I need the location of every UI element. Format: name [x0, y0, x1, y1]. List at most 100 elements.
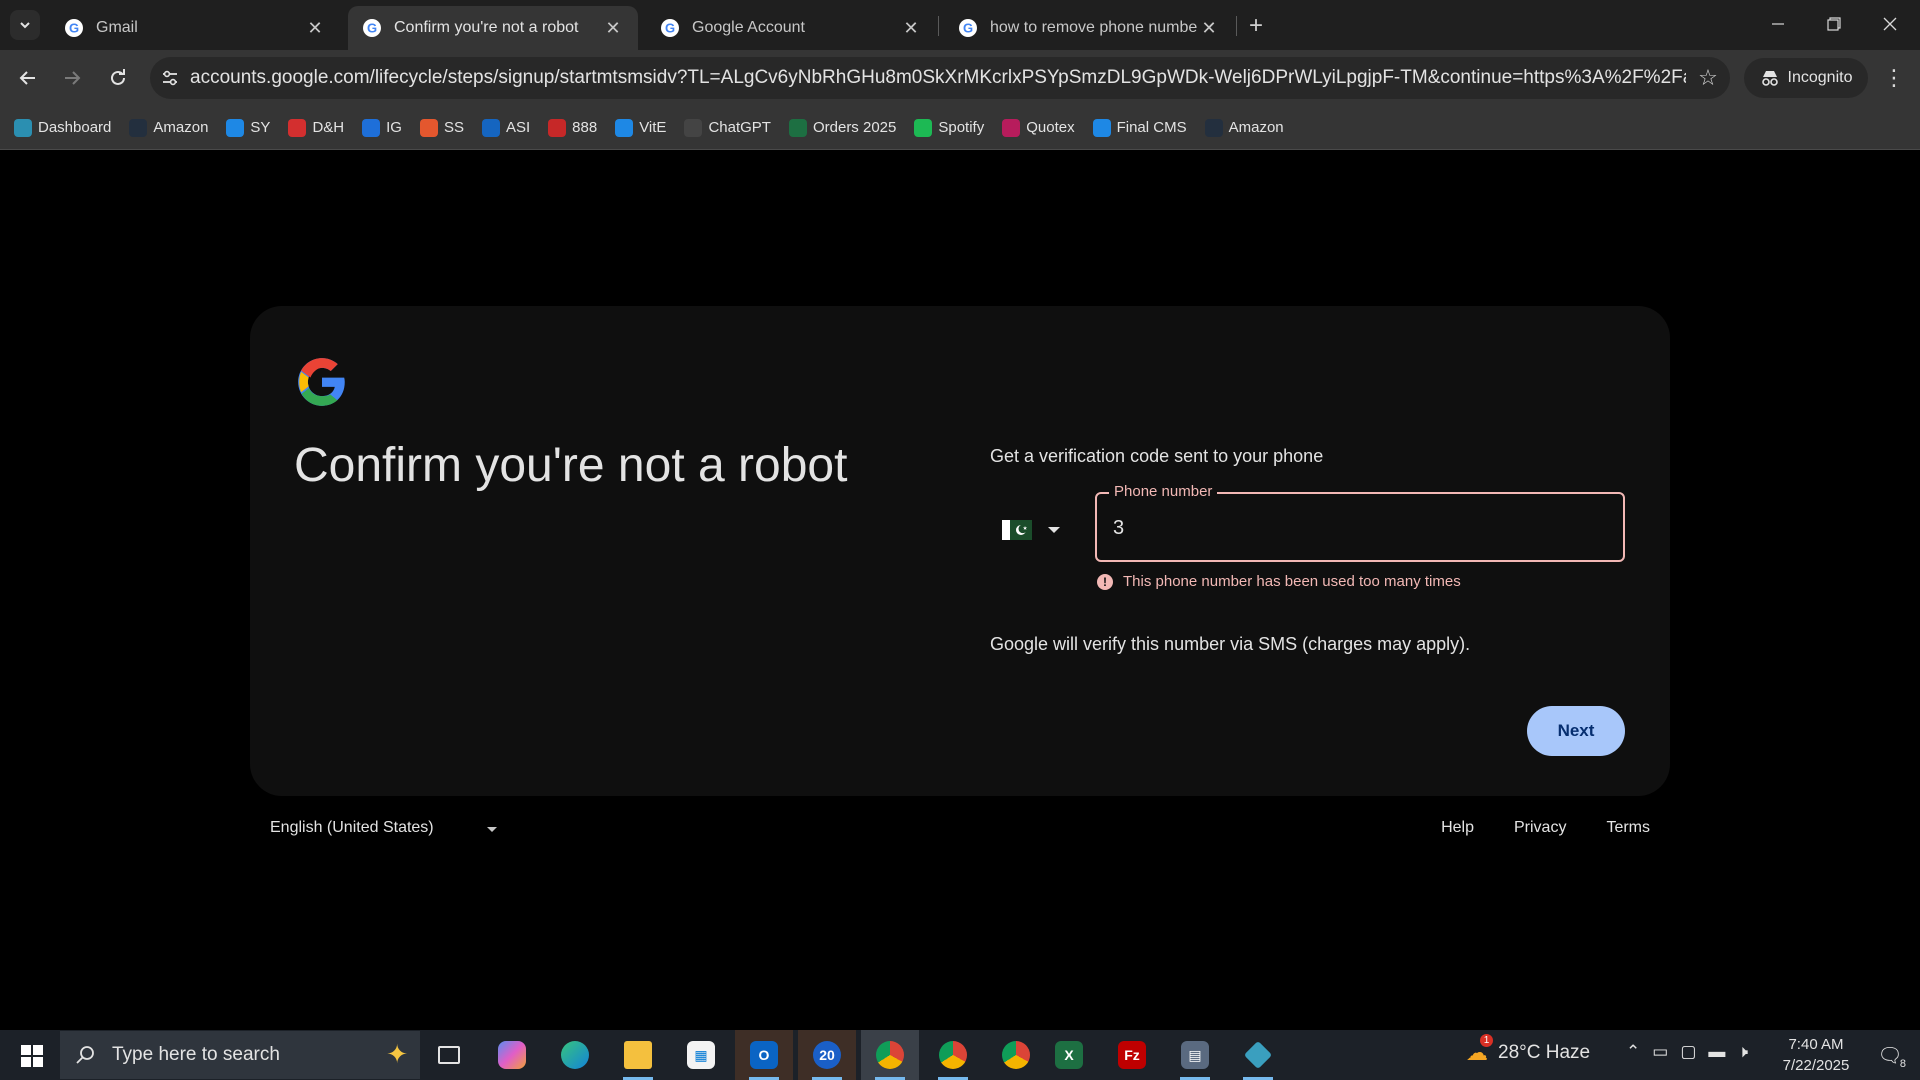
bookmark-item[interactable]: SY [226, 118, 271, 137]
reload-button[interactable] [102, 62, 134, 94]
cms-icon [1092, 118, 1111, 137]
volume-muted-icon[interactable]: 🕨 [1737, 1042, 1748, 1062]
calculator-app[interactable]: ▤ [1166, 1030, 1224, 1080]
next-button[interactable]: Next [1527, 706, 1625, 756]
bookmark-item[interactable]: ChatGPT [684, 118, 771, 137]
bookmark-item[interactable]: SS [419, 118, 464, 137]
url-text[interactable]: accounts.google.com/lifecycle/steps/sign… [190, 67, 1686, 89]
bookmark-item[interactable]: ASI [481, 118, 531, 137]
country-select[interactable] [1002, 506, 1078, 554]
back-button[interactable] [12, 62, 44, 94]
close-icon[interactable]: ✕ [602, 17, 624, 39]
close-icon[interactable]: ✕ [900, 17, 922, 39]
terms-link[interactable]: Terms [1606, 819, 1650, 837]
notification-center-button[interactable]: 🗨 8 [1870, 1040, 1910, 1071]
chevron-up-icon[interactable]: ⌃ [1626, 1042, 1640, 1062]
bookmark-label: Dashboard [38, 119, 112, 136]
outlook-app[interactable]: O [735, 1030, 793, 1080]
chrome-incognito-app[interactable] [861, 1030, 919, 1080]
bookmark-item[interactable]: IG [362, 118, 402, 137]
bookmark-item[interactable]: D&H [288, 118, 345, 137]
chrome-icon [939, 1041, 967, 1069]
start-button[interactable] [8, 1038, 56, 1074]
back-arrow-icon [19, 71, 35, 85]
network-icon[interactable]: ▭ [1652, 1042, 1668, 1062]
chrome-app[interactable] [924, 1030, 982, 1080]
phone-number-input[interactable] [1113, 512, 1603, 544]
close-window-button[interactable] [1862, 0, 1918, 48]
forward-button[interactable] [56, 62, 88, 94]
minimize-button[interactable] [1750, 0, 1806, 48]
bookmark-item[interactable]: Amazon [1204, 118, 1284, 137]
vite-icon [615, 118, 634, 137]
weather-widget[interactable]: ☁ 1 28°C Haze [1466, 1034, 1590, 1066]
close-icon[interactable]: ✕ [304, 17, 326, 39]
tab-confirm-robot[interactable]: G Confirm you're not a robot ✕ [348, 6, 638, 50]
folder-icon [624, 1041, 652, 1069]
edge-app[interactable] [546, 1030, 604, 1080]
tab-search-button[interactable] [10, 10, 40, 40]
chevron-down-icon [1048, 527, 1060, 533]
chrome-profile-app[interactable] [987, 1030, 1045, 1080]
bookmark-label: Spotify [938, 119, 985, 136]
new-tab-button[interactable]: + [1242, 12, 1270, 40]
amazon-icon [129, 118, 148, 137]
store-app[interactable]: ▦ [672, 1030, 730, 1080]
address-bar[interactable]: accounts.google.com/lifecycle/steps/sign… [150, 57, 1730, 99]
bookmark-item[interactable]: VitE [615, 118, 666, 137]
google-icon: G [661, 19, 679, 37]
restore-button[interactable] [1806, 0, 1862, 48]
footer-links: Help Privacy Terms [1441, 819, 1650, 837]
incognito-icon [1761, 71, 1778, 86]
incognito-label: Incognito [1787, 69, 1853, 86]
svg-text:G: G [665, 21, 675, 36]
page-title: Confirm you're not a robot [294, 439, 848, 492]
bookmark-label: D&H [312, 119, 345, 136]
privacy-link[interactable]: Privacy [1514, 819, 1566, 837]
bookmark-label: IG [386, 119, 402, 136]
tab-title: Confirm you're not a robot [394, 19, 579, 36]
task-view-button[interactable] [420, 1030, 478, 1080]
bookmark-label: SY [250, 119, 271, 136]
tab-title: how to remove phone number [990, 19, 1198, 36]
bookmark-star-icon[interactable]: ☆ [1686, 65, 1730, 91]
bookmark-label: Final CMS [1116, 119, 1187, 136]
bookmark-label: Quotex [1026, 119, 1075, 136]
excel-app[interactable]: X [1040, 1030, 1098, 1080]
edge-icon [561, 1041, 589, 1069]
file-explorer-app[interactable] [609, 1030, 667, 1080]
browser-menu-icon[interactable]: ⋮ [1880, 62, 1908, 94]
verification-subtext: Get a verification code sent to your pho… [990, 446, 1324, 466]
calendar-icon: 20 [813, 1041, 841, 1069]
filezilla-app[interactable]: Fz [1103, 1030, 1161, 1080]
device-icon[interactable]: ▢ [1680, 1042, 1696, 1062]
google-icon: G [363, 19, 381, 37]
help-link[interactable]: Help [1441, 819, 1474, 837]
svg-text:G: G [963, 21, 973, 36]
site-settings-icon[interactable] [150, 68, 190, 88]
language-select[interactable]: English (United States) [270, 819, 497, 837]
bookmark-item[interactable]: Final CMS [1092, 118, 1187, 137]
bookmark-label: ASI [505, 119, 531, 136]
bookmark-item[interactable]: Dashboard [14, 118, 112, 137]
bookmark-item[interactable]: 888 [548, 118, 597, 137]
calendar-app[interactable]: 20 [798, 1030, 856, 1080]
bookmark-item[interactable]: Quotex [1002, 118, 1075, 137]
copilot-app[interactable] [483, 1030, 541, 1080]
restore-icon [1827, 17, 1841, 31]
bookmark-item[interactable]: Amazon [129, 118, 208, 137]
vpn-app[interactable] [1229, 1030, 1287, 1080]
bookmark-item[interactable]: Orders 2025 [788, 118, 896, 137]
taskbar-search-box[interactable]: Type here to search ✦ [60, 1031, 420, 1079]
close-icon[interactable]: ✕ [1198, 17, 1220, 39]
tab-gmail[interactable]: G Gmail ✕ [50, 6, 340, 50]
taskbar-clock[interactable]: 7:40 AM 7/22/2025 [1768, 1034, 1864, 1076]
clock-date: 7/22/2025 [1782, 1057, 1850, 1074]
battery-icon[interactable]: ▬ [1708, 1042, 1725, 1062]
incognito-badge[interactable]: Incognito [1744, 58, 1868, 98]
google-logo-icon [298, 358, 345, 406]
tab-remove-phone[interactable]: G how to remove phone number ✕ [944, 6, 1234, 50]
tab-google-account[interactable]: G Google Account ✕ [646, 6, 936, 50]
page-footer: English (United States) Help Privacy Ter… [250, 811, 1670, 851]
bookmark-item[interactable]: Spotify [914, 118, 985, 137]
